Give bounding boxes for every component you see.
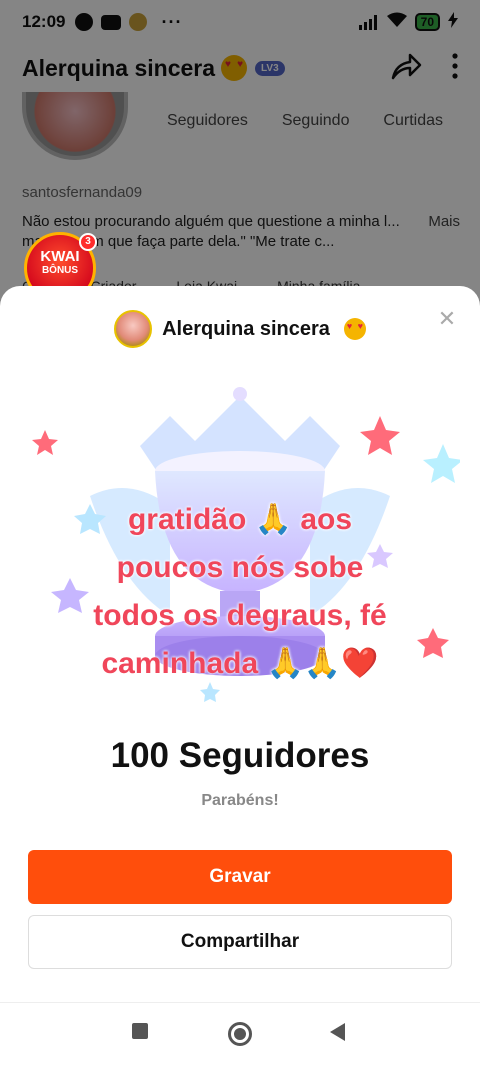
message-line: caminhada 🙏🙏❤️	[101, 647, 379, 680]
system-nav-bar	[0, 1002, 480, 1066]
record-button[interactable]: Gravar	[28, 850, 452, 904]
recent-apps-icon[interactable]	[132, 1023, 148, 1039]
milestone-sheet: Alerquina sincera ✕	[0, 286, 480, 1002]
message-line: gratidão 🙏 aos	[127, 503, 353, 536]
message-line: poucos nós sobe	[116, 551, 364, 584]
kwai-bonus-sublabel: BÔNUS	[41, 265, 79, 276]
milestone-message: gratidão 🙏 aos poucos nós sobe todos os …	[60, 496, 420, 688]
sheet-header: Alerquina sincera	[0, 310, 480, 348]
kwai-bonus-label: KWAI	[40, 248, 80, 265]
home-icon[interactable]	[228, 1022, 252, 1046]
message-line: todos os degraus, fé	[93, 599, 387, 632]
share-button[interactable]: Compartilhar	[28, 915, 452, 969]
close-icon[interactable]: ✕	[434, 306, 460, 332]
sheet-avatar	[114, 310, 153, 348]
back-icon[interactable]	[330, 1023, 345, 1041]
congrats-text: Parabéns!	[201, 792, 279, 809]
milestone-title: 100 Seguidores	[110, 736, 370, 775]
heart-eyes-emoji-icon	[343, 318, 366, 340]
kwai-bonus-badge: 3	[79, 233, 97, 251]
sheet-profile-name: Alerquina sincera	[162, 317, 330, 340]
